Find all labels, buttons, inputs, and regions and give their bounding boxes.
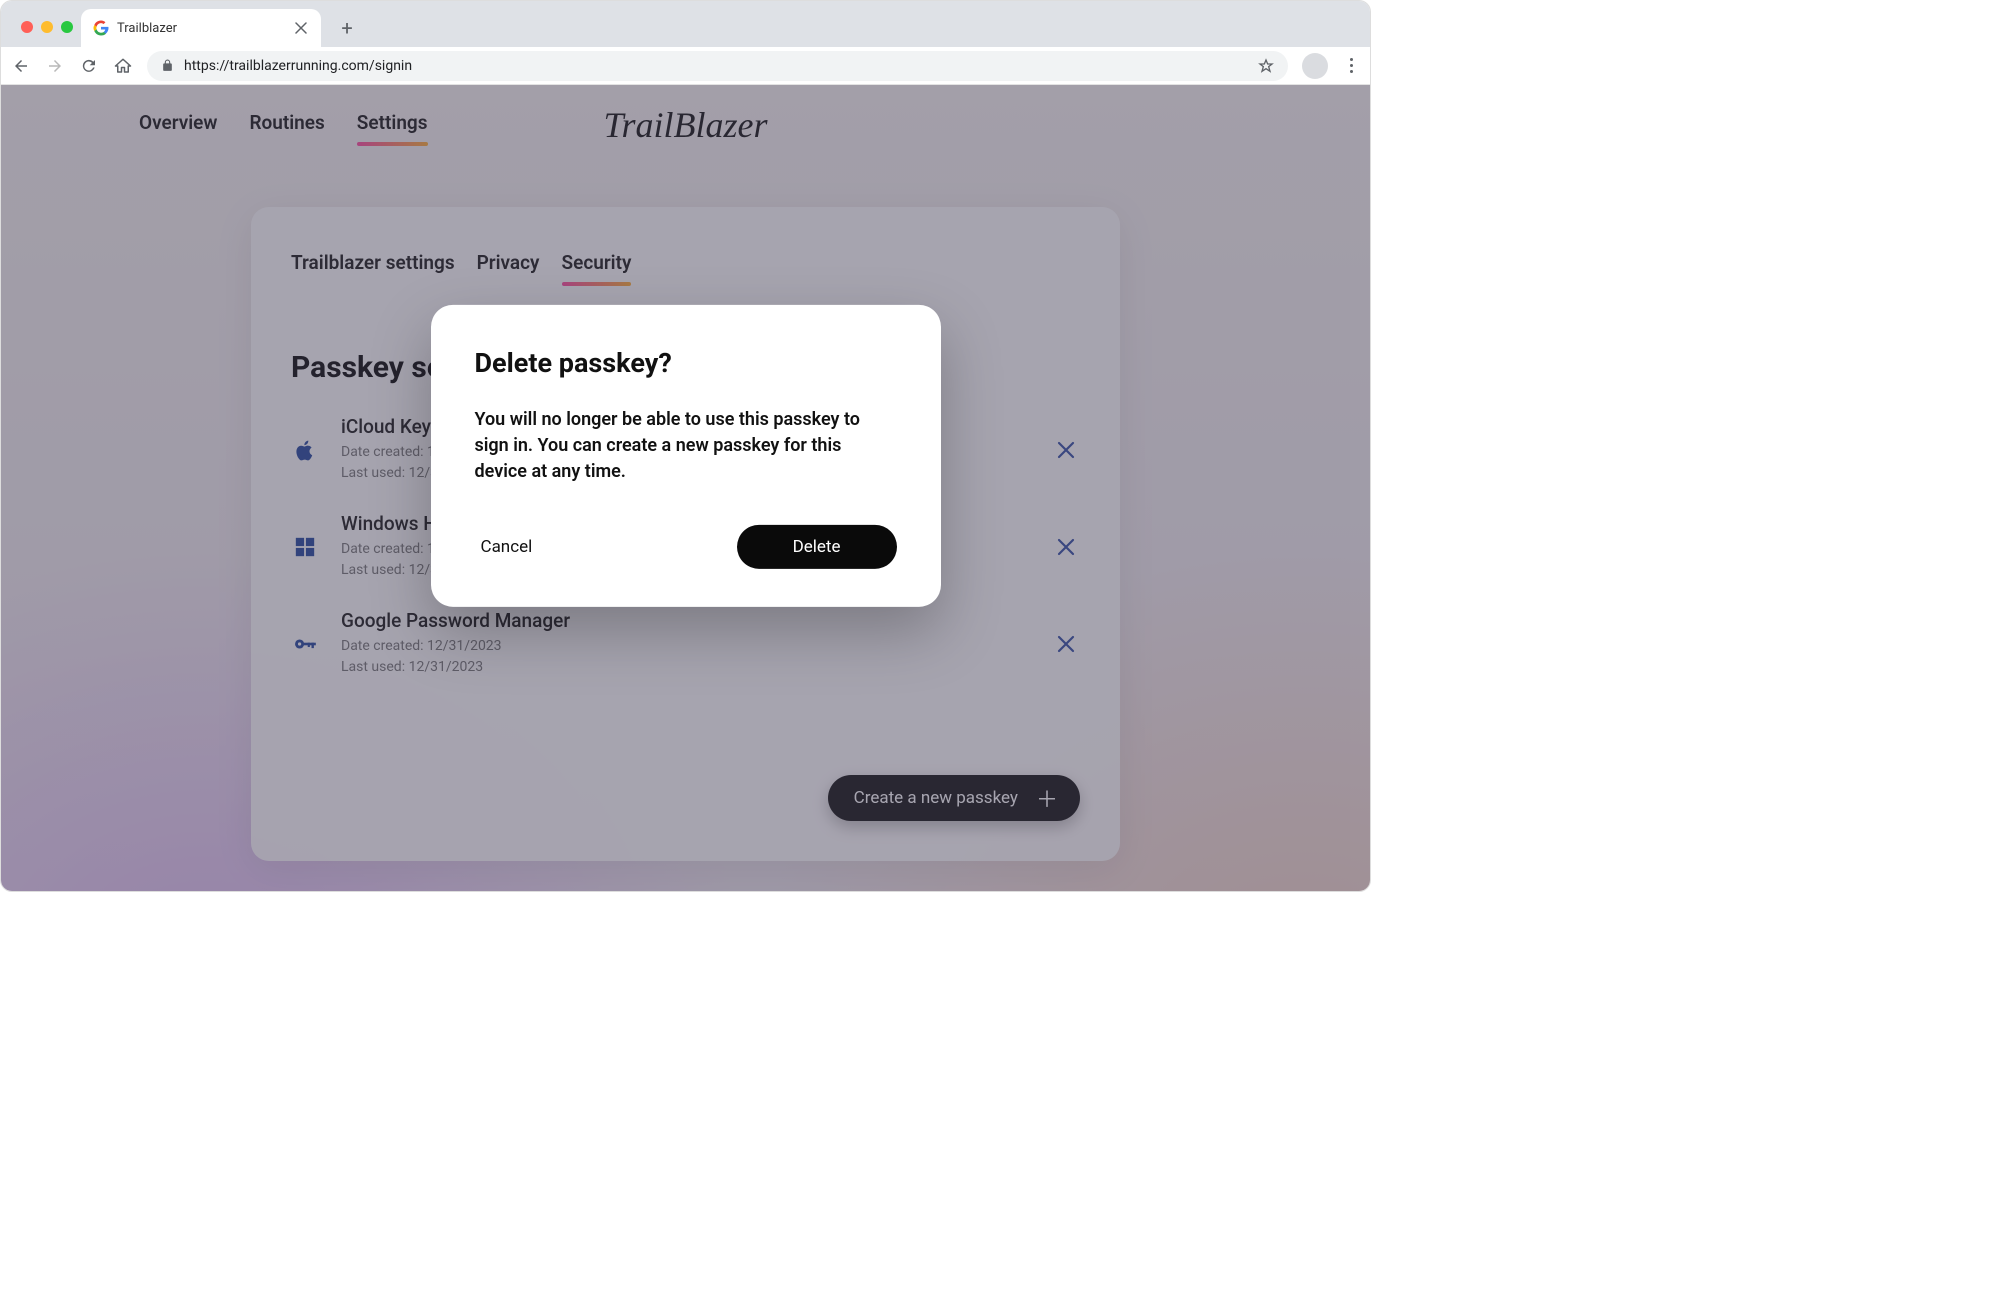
browser-menu-button[interactable] [1342,58,1360,73]
address-bar[interactable]: https://trailblazerrunning.com/signin [147,51,1288,81]
page-viewport: Overview Routines Settings TrailBlazer T… [1,85,1370,891]
google-favicon-icon [93,20,109,36]
lock-icon [161,59,174,72]
forward-button[interactable] [45,56,65,76]
window-zoom-button[interactable] [61,21,73,33]
browser-toolbar: https://trailblazerrunning.com/signin [1,47,1370,85]
window-minimize-button[interactable] [41,21,53,33]
tab-close-button[interactable] [293,20,309,36]
dialog-body: You will no longer be able to use this p… [475,407,897,485]
home-button[interactable] [113,56,133,76]
address-bar-url: https://trailblazerrunning.com/signin [184,58,1248,74]
window-close-button[interactable] [21,21,33,33]
dialog-actions: Cancel Delete [475,525,897,569]
browser-tab-strip: Trailblazer + [1,1,1370,47]
new-tab-button[interactable]: + [333,14,361,42]
delete-button[interactable]: Delete [737,525,897,569]
window-controls [13,21,81,47]
browser-tab-title: Trailblazer [117,21,177,36]
browser-tab[interactable]: Trailblazer [81,9,321,47]
bookmark-star-icon[interactable] [1258,58,1274,74]
back-button[interactable] [11,56,31,76]
browser-window: Trailblazer + https://trailblazerrunning… [0,0,1371,892]
profile-avatar[interactable] [1302,53,1328,79]
cancel-button[interactable]: Cancel [475,527,539,567]
reload-button[interactable] [79,56,99,76]
dialog-title: Delete passkey? [475,347,897,379]
delete-passkey-dialog: Delete passkey? You will no longer be ab… [431,305,941,607]
